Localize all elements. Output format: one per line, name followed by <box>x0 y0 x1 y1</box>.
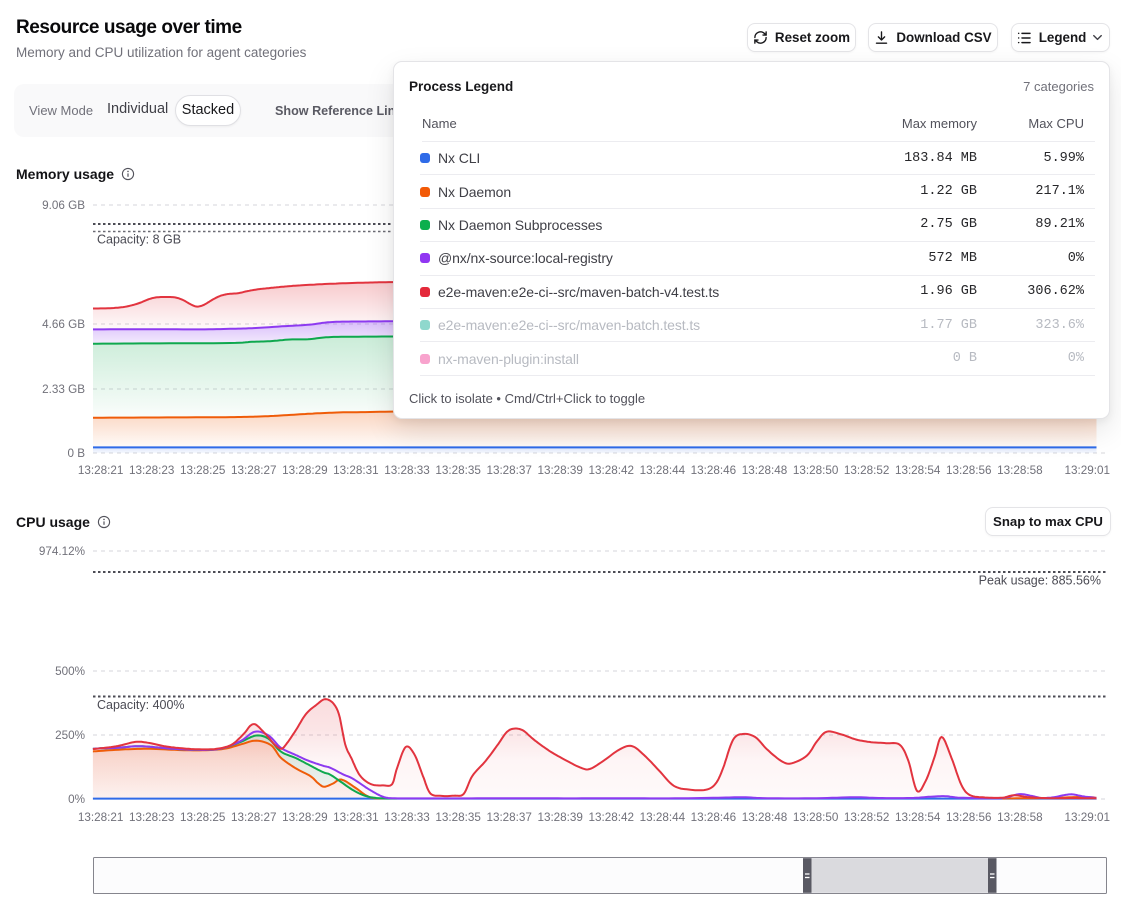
svg-text:13:28:35: 13:28:35 <box>435 464 481 477</box>
svg-text:13:28:39: 13:28:39 <box>537 811 583 824</box>
svg-text:13:28:42: 13:28:42 <box>589 464 635 477</box>
svg-text:13:28:52: 13:28:52 <box>844 464 890 477</box>
svg-text:13:28:33: 13:28:33 <box>384 811 430 824</box>
svg-text:250%: 250% <box>55 729 85 742</box>
svg-text:13:28:54: 13:28:54 <box>895 464 941 477</box>
svg-text:0 B: 0 B <box>67 447 85 460</box>
svg-text:13:28:25: 13:28:25 <box>180 464 226 477</box>
svg-text:13:28:29: 13:28:29 <box>282 811 328 824</box>
svg-text:974.12%: 974.12% <box>39 545 85 558</box>
svg-text:Capacity: 8 GB: Capacity: 8 GB <box>97 233 181 247</box>
svg-text:4.66 GB: 4.66 GB <box>42 318 85 331</box>
svg-text:13:28:54: 13:28:54 <box>895 811 941 824</box>
svg-text:13:28:25: 13:28:25 <box>180 811 226 824</box>
svg-text:13:29:01: 13:29:01 <box>1065 811 1111 824</box>
svg-text:13:28:31: 13:28:31 <box>333 464 379 477</box>
svg-text:Peak usage: 885.56%: Peak usage: 885.56% <box>979 574 1101 588</box>
svg-text:13:28:29: 13:28:29 <box>282 464 328 477</box>
svg-text:13:28:56: 13:28:56 <box>946 464 992 477</box>
svg-text:13:28:46: 13:28:46 <box>691 464 737 477</box>
svg-text:13:28:46: 13:28:46 <box>691 811 737 824</box>
svg-text:13:28:37: 13:28:37 <box>486 811 532 824</box>
svg-text:13:28:39: 13:28:39 <box>537 464 583 477</box>
svg-text:13:28:35: 13:28:35 <box>435 811 481 824</box>
svg-text:13:28:56: 13:28:56 <box>946 811 992 824</box>
svg-text:13:28:58: 13:28:58 <box>997 811 1043 824</box>
svg-text:13:28:50: 13:28:50 <box>793 811 839 824</box>
svg-text:13:28:58: 13:28:58 <box>997 464 1043 477</box>
svg-text:13:28:44: 13:28:44 <box>640 464 686 477</box>
svg-text:500%: 500% <box>55 665 85 678</box>
svg-text:13:28:33: 13:28:33 <box>384 464 430 477</box>
svg-text:13:28:44: 13:28:44 <box>640 811 686 824</box>
svg-text:0%: 0% <box>68 793 85 806</box>
svg-text:13:28:48: 13:28:48 <box>742 464 788 477</box>
svg-text:13:28:27: 13:28:27 <box>231 464 277 477</box>
svg-text:13:28:42: 13:28:42 <box>589 811 635 824</box>
svg-text:13:28:31: 13:28:31 <box>333 811 379 824</box>
svg-text:Capacity: 400%: Capacity: 400% <box>97 698 185 712</box>
svg-text:2.33 GB: 2.33 GB <box>42 383 85 396</box>
svg-text:13:28:48: 13:28:48 <box>742 811 788 824</box>
svg-text:9.06 GB: 9.06 GB <box>42 199 85 212</box>
svg-text:13:28:23: 13:28:23 <box>129 811 175 824</box>
svg-text:13:28:21: 13:28:21 <box>78 464 124 477</box>
svg-text:13:28:23: 13:28:23 <box>129 464 175 477</box>
svg-text:13:28:37: 13:28:37 <box>486 464 532 477</box>
svg-text:13:29:01: 13:29:01 <box>1065 464 1111 477</box>
svg-text:13:28:50: 13:28:50 <box>793 464 839 477</box>
svg-text:13:28:21: 13:28:21 <box>78 811 124 824</box>
svg-text:13:28:27: 13:28:27 <box>231 811 277 824</box>
svg-text:13:28:52: 13:28:52 <box>844 811 890 824</box>
